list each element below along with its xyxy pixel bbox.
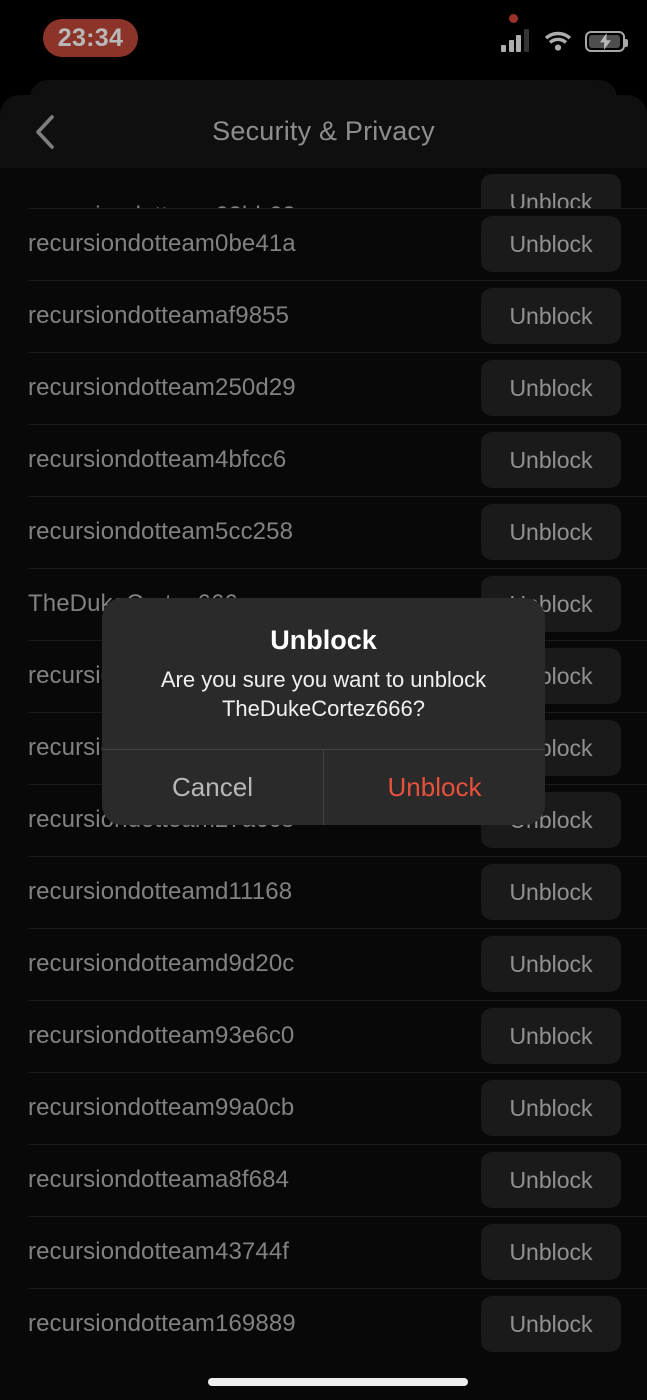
cancel-button[interactable]: Cancel: [102, 750, 323, 825]
phone-screen: 23:34 Security & Privacy Unblock recursi…: [0, 0, 647, 1400]
unblock-confirmation-dialog: Unblock Are you sure you want to unblock…: [102, 598, 545, 826]
dialog-body: Unblock Are you sure you want to unblock…: [102, 598, 545, 749]
dialog-title: Unblock: [270, 625, 377, 655]
confirm-unblock-button[interactable]: Unblock: [323, 750, 545, 826]
dialog-actions: Cancel Unblock: [102, 749, 545, 826]
dialog-message: Are you sure you want to unblock TheDuke…: [160, 667, 487, 722]
home-indicator[interactable]: [208, 1378, 468, 1386]
